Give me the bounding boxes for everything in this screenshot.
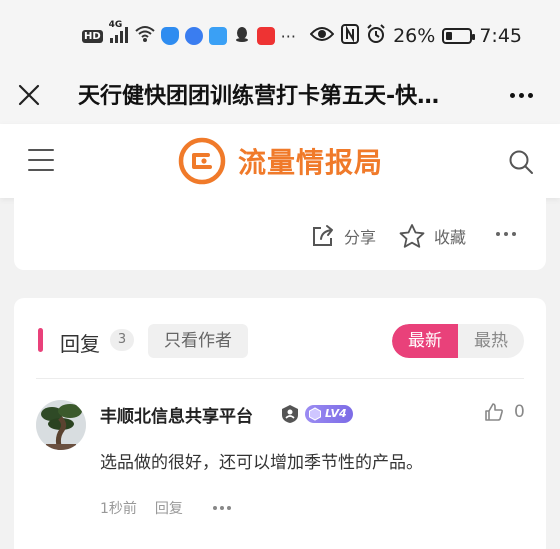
shield-app-icon [160,27,179,45]
level-hexagon-icon [309,407,321,421]
bonsai-avatar-icon [36,400,86,450]
more-menu-button[interactable] [506,80,536,110]
post-actions-card: 分享 收藏 [14,198,546,270]
comment-text: 选品做的很好，还可以增加季节性的产品。 [100,453,423,473]
comment-more-button[interactable] [212,506,231,510]
section-accent-bar [38,328,43,352]
menu-icon[interactable] [28,149,54,171]
site-logo[interactable]: 流量情报局 [178,137,383,185]
favorite-button[interactable]: 收藏 [398,223,466,249]
favorite-label: 收藏 [434,228,467,247]
status-icons-right: 26% 7:45 [309,22,522,50]
menu-line [28,169,54,171]
close-button[interactable] [14,80,44,110]
more-dot [504,232,508,236]
replies-heading: 回复 [60,332,100,356]
menu-line [28,159,54,161]
post-more-button[interactable] [496,232,516,236]
sort-toggle: 最新 最热 [392,324,524,358]
more-dot [219,506,224,510]
wifi-icon [135,25,155,47]
level-badge: LV4 [305,405,353,423]
share-button[interactable]: 分享 [310,223,376,249]
clock-time: 7:45 [479,25,522,47]
battery-percent: 26% [393,25,436,47]
avatar[interactable] [36,400,86,450]
more-dots-icon [509,92,515,98]
comment-author-name[interactable]: 丰顺北信息共享平台 [100,402,253,427]
page-title: 天行健快团团训练营打卡第五天-快… [78,84,440,109]
more-dots-icon [212,506,217,510]
replies-card: 回复 3 只看作者 最新 最热 丰顺北信息共享平台 LV4 0 选品做的很好，还… [14,298,546,549]
share-label: 分享 [344,228,377,247]
qq-icon [233,25,251,47]
close-icon [18,84,40,106]
menu-line [28,149,54,151]
site-header: 流量情报局 [0,124,560,198]
author-only-button[interactable]: 只看作者 [148,324,248,358]
red-app-icon [256,27,275,45]
sort-hottest-button[interactable]: 最热 [458,324,524,358]
network-gen-label: 4G [108,19,123,30]
battery-icon [442,28,476,44]
like-button[interactable]: 0 [484,402,525,422]
verified-id-icon [282,405,298,423]
sort-latest-button[interactable]: 最新 [392,324,458,358]
battery-fill [446,32,453,40]
network-4g-icon: 4G [109,20,129,47]
replies-count-badge: 3 [110,329,134,351]
more-dot [527,92,533,98]
divider [36,378,524,379]
more-dot [226,506,231,510]
logo-mark-icon [178,137,226,185]
eye-icon [309,25,335,48]
level-label: LV4 [325,407,347,420]
app-title-bar: 天行健快团团训练营打卡第五天-快… [0,68,560,124]
hd-indicator: HD [82,29,103,43]
comment-reply-button[interactable]: 回复 [155,498,183,518]
logo-text: 流量情报局 [238,146,384,179]
search-icon [509,150,533,174]
more-dots-icon [496,232,500,236]
nfc-icon [341,23,360,49]
browser-app-icon [184,27,203,45]
more-dot [518,92,524,98]
share-icon [313,225,333,246]
like-count: 0 [514,402,525,422]
search-button[interactable] [508,149,534,175]
more-dot [512,232,516,236]
alarm-icon [366,23,386,49]
comment-time: 1秒前 [100,501,137,517]
cloud-app-icon [208,27,227,45]
status-bar: HD 4G ··· 26% 7:45 [0,0,560,68]
status-icons-left: HD 4G ··· [82,20,296,48]
thumbs-up-icon [485,403,503,421]
star-icon [399,224,425,248]
comment-meta: 1秒前 回复 [100,498,231,518]
more-notifications-icon: ··· [280,26,296,46]
